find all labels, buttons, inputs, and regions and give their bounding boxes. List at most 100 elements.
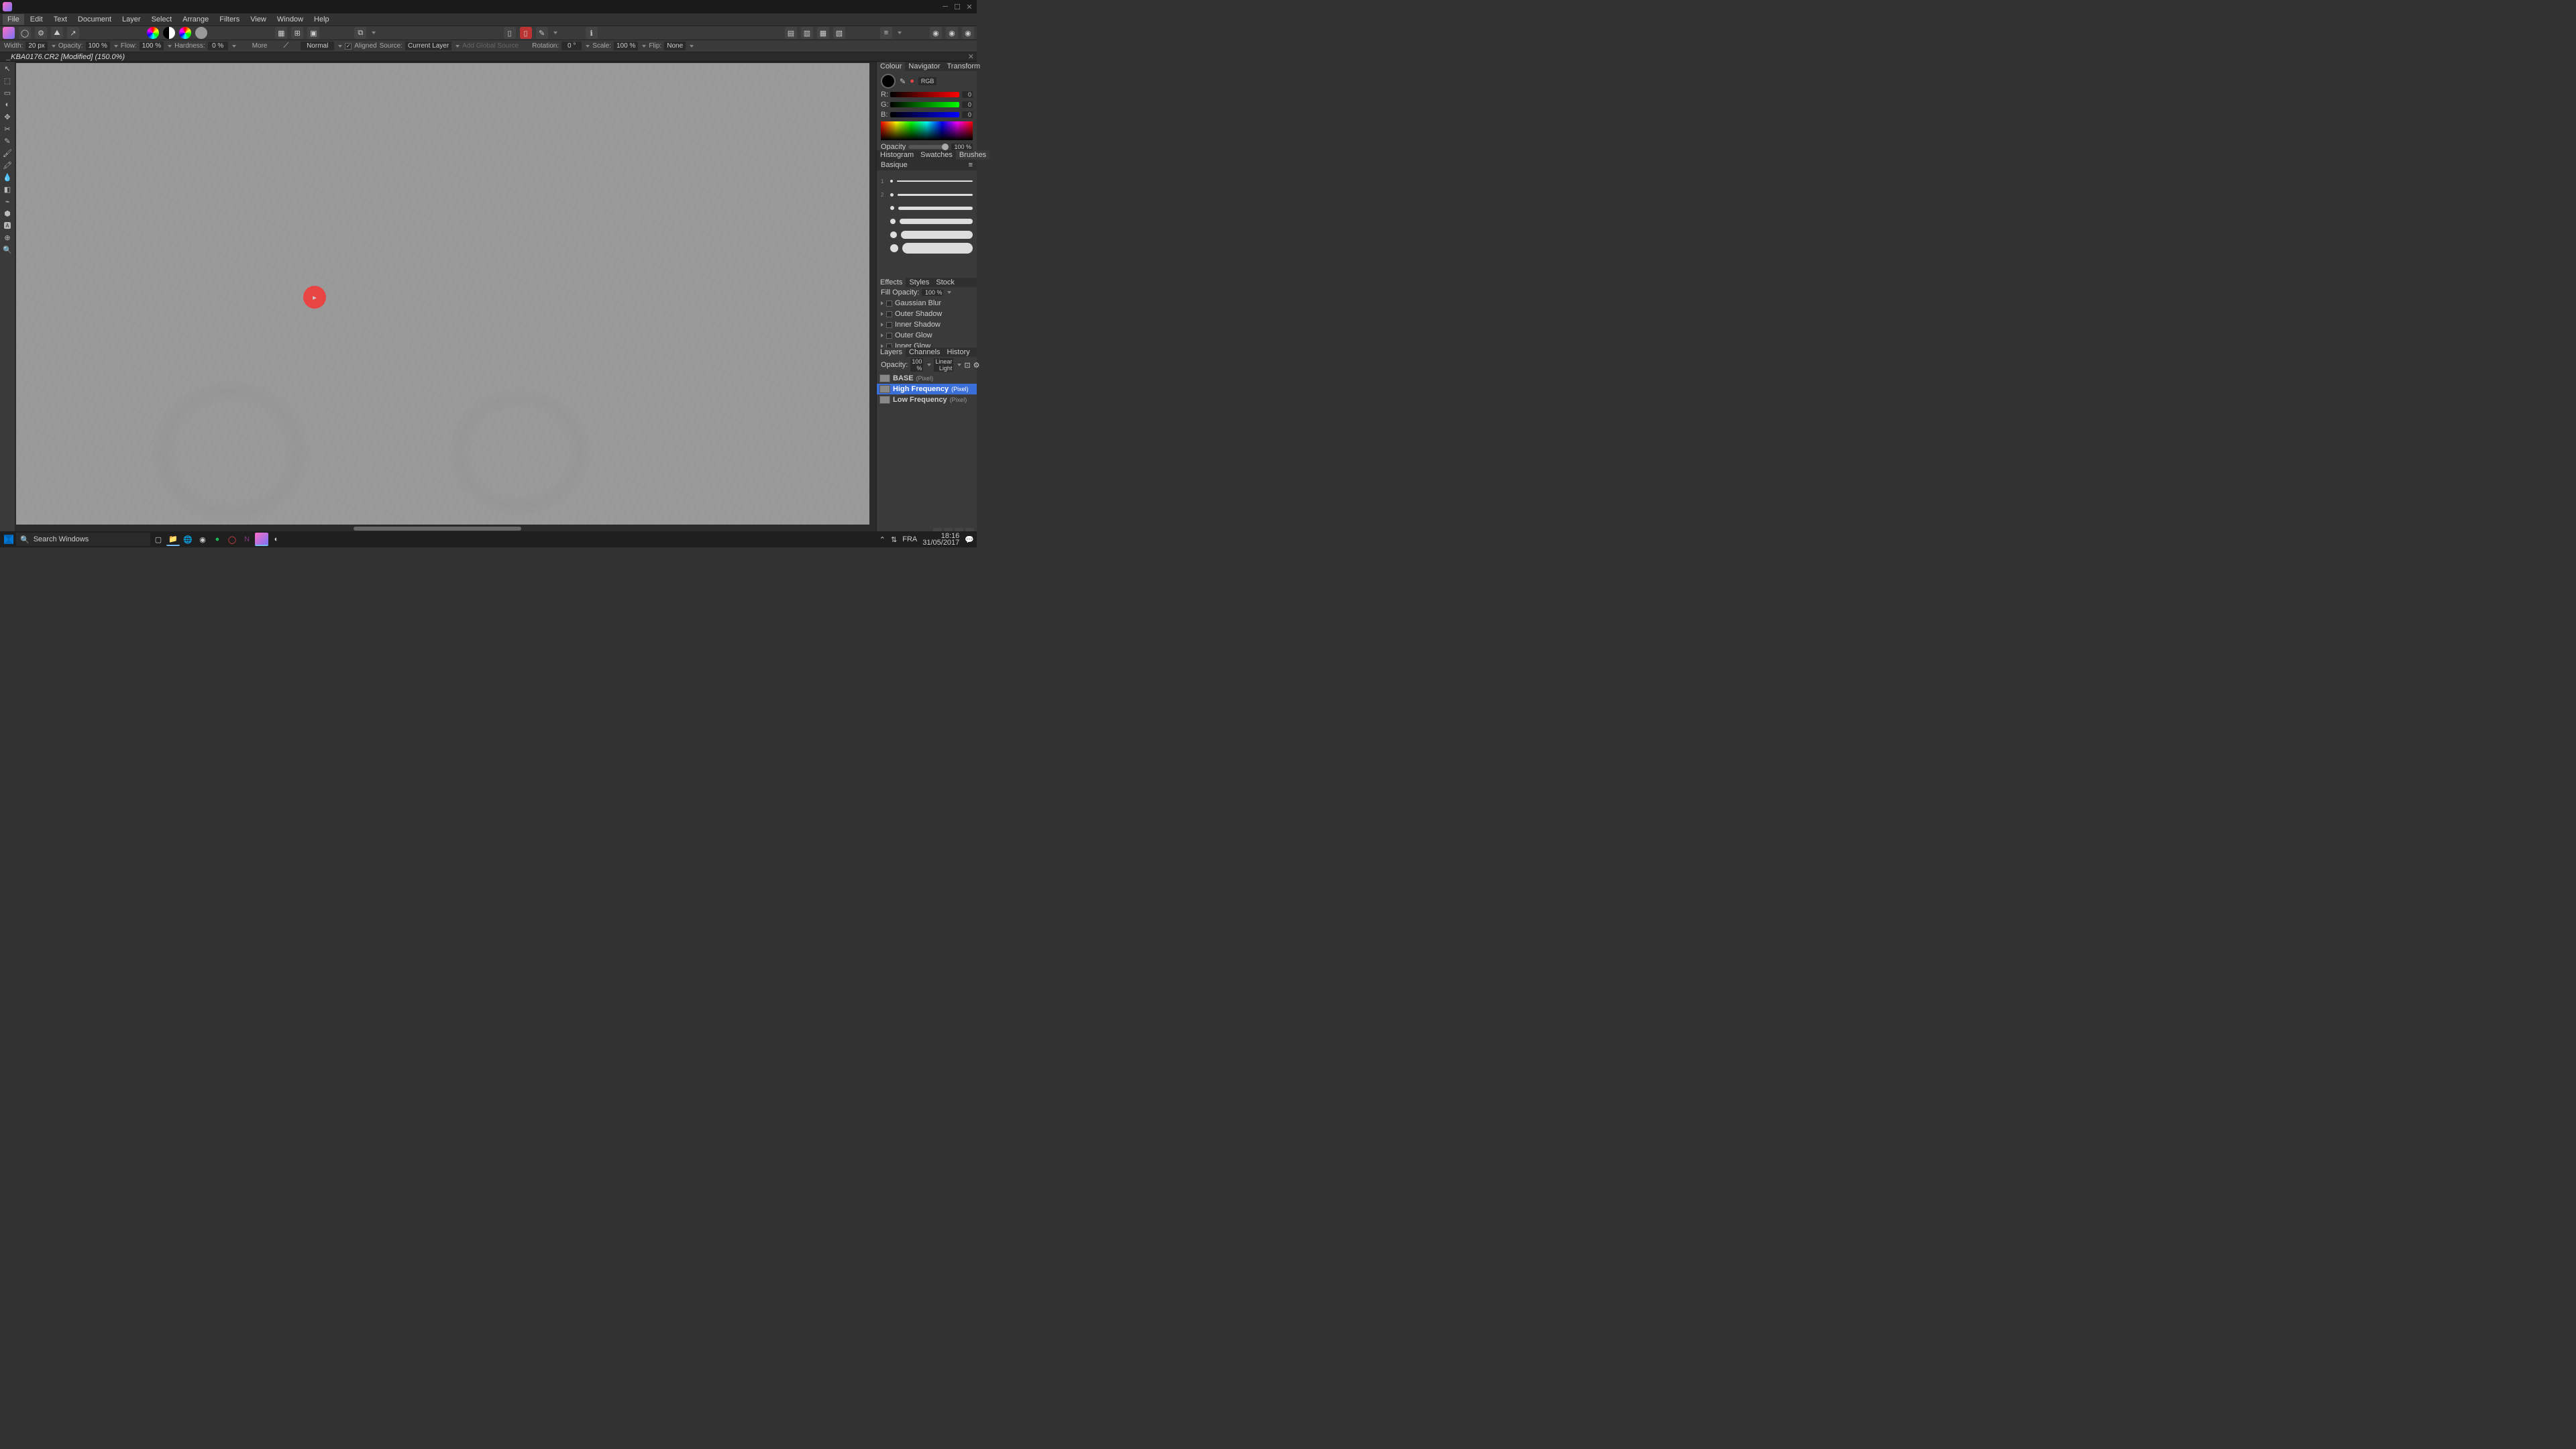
menu-edit[interactable]: Edit: [25, 14, 48, 25]
close-tab-icon[interactable]: ✕: [968, 52, 974, 61]
fill-opacity-dropdown[interactable]: [947, 291, 951, 294]
canvas[interactable]: ▸: [16, 63, 869, 525]
scale-input[interactable]: 100 %: [614, 42, 638, 50]
menu-document[interactable]: Document: [73, 14, 116, 25]
tab-styles[interactable]: Styles: [906, 278, 932, 287]
tool-1[interactable]: ⬚: [1, 75, 13, 86]
menu-window[interactable]: Window: [272, 14, 308, 25]
assist3-button[interactable]: ◉: [962, 27, 974, 39]
more-button[interactable]: More: [252, 42, 268, 50]
blend-select[interactable]: Normal: [301, 42, 334, 50]
maximize-button[interactable]: ☐: [953, 2, 962, 11]
persona-export[interactable]: ↗: [67, 27, 79, 39]
flow-dropdown[interactable]: [168, 45, 172, 48]
tool-0[interactable]: ↖: [1, 63, 13, 74]
menu-help[interactable]: Help: [309, 14, 334, 25]
flip-dropdown[interactable]: [690, 45, 694, 48]
v-scrollbar[interactable]: [871, 62, 876, 526]
task-onenote[interactable]: N: [240, 533, 254, 546]
slider-val-g[interactable]: 0: [962, 101, 973, 108]
hardness-input[interactable]: 0 %: [208, 42, 228, 50]
layer-settings-icon[interactable]: ⚙: [973, 361, 980, 370]
search-box[interactable]: 🔍 Search Windows: [16, 533, 150, 546]
tool-6[interactable]: ✎: [1, 136, 13, 146]
h-scroll-thumb[interactable]: [354, 527, 521, 531]
brush-item-4[interactable]: [881, 229, 973, 240]
crop-dropdown[interactable]: [372, 32, 376, 34]
tool-10[interactable]: ◧: [1, 184, 13, 195]
snap-button[interactable]: ⊞: [291, 27, 303, 39]
tab-brushes[interactable]: Brushes: [956, 150, 989, 160]
brush-item-2[interactable]: [881, 203, 973, 213]
foreground-swatch[interactable]: [881, 74, 896, 89]
menu-layer[interactable]: Layer: [117, 14, 146, 25]
align-dropdown[interactable]: [553, 32, 557, 34]
brush-item-1[interactable]: 2: [881, 189, 973, 200]
layer-low-frequency[interactable]: Low Frequency (Pixel): [877, 394, 977, 405]
width-dropdown[interactable]: [52, 45, 56, 48]
taskview-button[interactable]: ▢: [152, 533, 165, 546]
tab-colour[interactable]: Colour: [877, 62, 905, 71]
persona-photo[interactable]: [3, 27, 15, 39]
aligned-checkbox[interactable]: ✓: [345, 43, 352, 50]
assist1-button[interactable]: ◉: [930, 27, 942, 39]
tab-swatches[interactable]: Swatches: [917, 150, 956, 160]
task-edge[interactable]: 🌐: [181, 533, 195, 546]
flow-input[interactable]: 100 %: [140, 42, 164, 50]
fx-inner-shadow[interactable]: Inner Shadow: [877, 319, 977, 330]
colour-wheel-icon[interactable]: [147, 27, 159, 39]
source-dropdown[interactable]: [455, 45, 460, 48]
stabilizer-icon[interactable]: ⟋: [284, 42, 289, 50]
tab-transform[interactable]: Transform: [943, 62, 983, 71]
brush-preset-select[interactable]: Basique: [881, 161, 908, 169]
task-affinity[interactable]: [255, 533, 268, 546]
arrange4-button[interactable]: ▧: [833, 27, 845, 39]
blend-dropdown[interactable]: [338, 45, 342, 48]
crop-button[interactable]: ⧉: [354, 27, 366, 39]
persona-tone[interactable]: ⛰: [51, 27, 63, 39]
scale-dropdown[interactable]: [642, 45, 646, 48]
tray-chevron-icon[interactable]: ⌃: [879, 535, 885, 544]
tool-11[interactable]: ⌁: [1, 196, 13, 207]
colour-mode-select[interactable]: RGB: [918, 77, 937, 85]
colour-opacity-slider[interactable]: [908, 145, 949, 149]
slider-b[interactable]: [890, 112, 959, 117]
bw-icon[interactable]: [163, 27, 175, 39]
fx-inner-glow[interactable]: Inner Glow: [877, 341, 977, 347]
swap-icon[interactable]: ●: [910, 77, 914, 85]
tray-network-icon[interactable]: ⇅: [891, 535, 897, 544]
tab-navigator[interactable]: Navigator: [905, 62, 943, 71]
tool-8[interactable]: 🖍: [1, 160, 13, 170]
width-input[interactable]: 20 px: [25, 42, 47, 50]
fx-outer-glow[interactable]: Outer Glow: [877, 330, 977, 341]
rotation-dropdown[interactable]: [586, 45, 590, 48]
layer-blend-select[interactable]: Linear Light: [934, 358, 953, 372]
layer-base[interactable]: BASE (Pixel): [877, 373, 977, 384]
rotation-input[interactable]: 0 °: [561, 42, 582, 50]
task-explorer[interactable]: 📁: [166, 533, 180, 546]
assist2-button[interactable]: ◉: [946, 27, 958, 39]
persona-develop[interactable]: ⚙: [35, 27, 47, 39]
fill-opacity-value[interactable]: 100 %: [922, 289, 943, 296]
info-button[interactable]: ℹ: [586, 27, 598, 39]
brush-item-0[interactable]: 1: [881, 176, 973, 186]
menu-file[interactable]: File: [3, 14, 24, 25]
align3-button[interactable]: ✎: [536, 27, 548, 39]
layer-opacity-value[interactable]: 100 %: [910, 358, 923, 372]
task-app2[interactable]: ◐: [270, 533, 283, 546]
slider-val-r[interactable]: 0: [962, 91, 973, 98]
order-dropdown[interactable]: [898, 32, 902, 34]
tab-stock[interactable]: Stock: [932, 278, 958, 287]
menu-filters[interactable]: Filters: [215, 14, 244, 25]
tool-12[interactable]: ⬢: [1, 208, 13, 219]
opacity-dropdown[interactable]: [114, 45, 118, 48]
colour-wheel2-icon[interactable]: [179, 27, 191, 39]
layer-high-frequency[interactable]: High Frequency (Pixel): [877, 384, 977, 394]
slider-g[interactable]: [890, 102, 959, 107]
fx-gaussian-blur[interactable]: Gaussian Blur: [877, 298, 977, 309]
flip-select[interactable]: None: [664, 42, 686, 50]
brush-menu-icon[interactable]: ≡: [969, 161, 973, 169]
eyedropper-icon[interactable]: ✎: [900, 77, 906, 86]
document-tab[interactable]: _KBA0176.CR2 [Modified] (150.0%): [3, 53, 129, 61]
opacity-input[interactable]: 100 %: [86, 42, 110, 50]
